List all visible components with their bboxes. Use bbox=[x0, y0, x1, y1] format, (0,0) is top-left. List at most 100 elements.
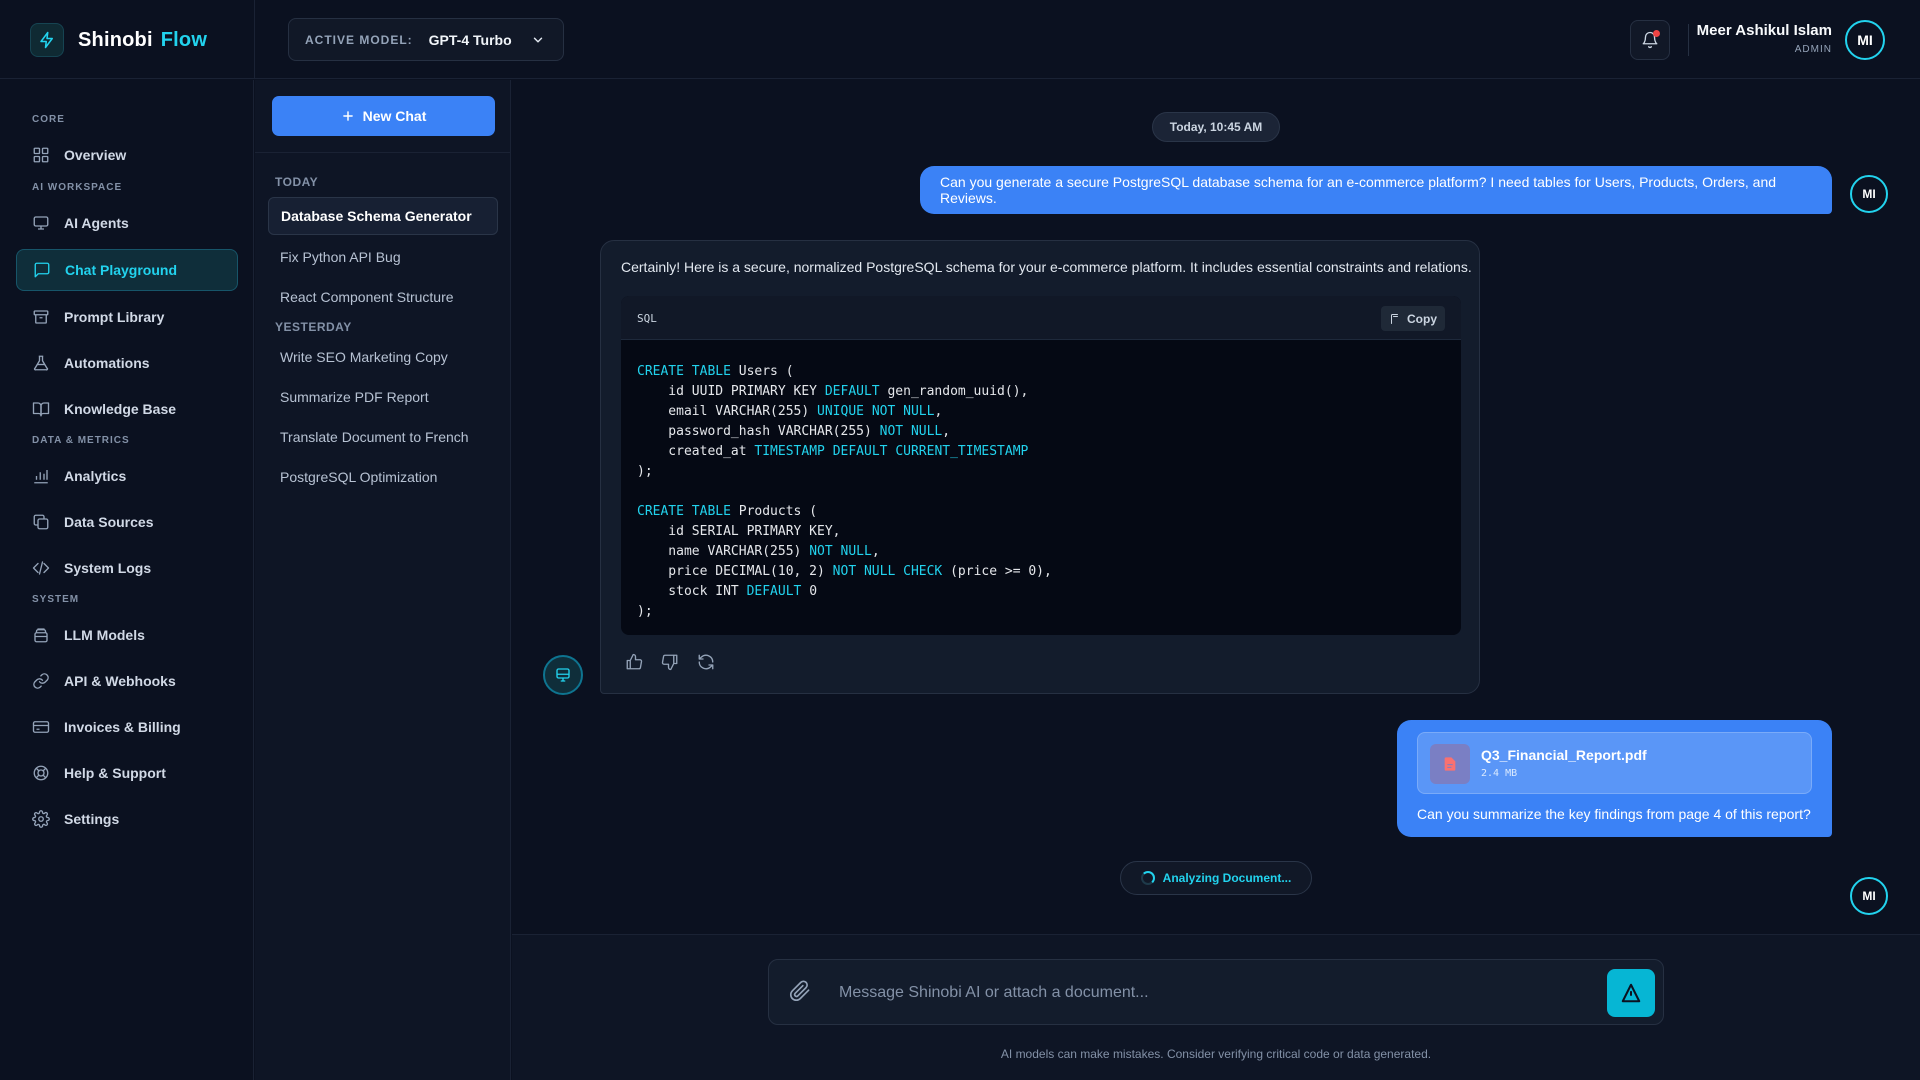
ai-message: Certainly! Here is a secure, normalized … bbox=[600, 240, 1480, 694]
lifebuoy-icon bbox=[32, 764, 50, 782]
history-group-yesterday: YESTERDAY bbox=[275, 320, 352, 334]
chat-main: Today, 10:45 AM Can you generate a secur… bbox=[512, 80, 1920, 1080]
book-icon bbox=[32, 400, 50, 418]
notifications-button[interactable] bbox=[1630, 20, 1670, 60]
model-value: GPT-4 Turbo bbox=[428, 31, 512, 48]
user-avatar: MI bbox=[1850, 877, 1888, 915]
bolt-icon bbox=[30, 23, 64, 57]
flask-icon bbox=[32, 354, 50, 372]
brand[interactable]: Shinobi Flow bbox=[30, 21, 207, 59]
thumbs-up-icon[interactable] bbox=[625, 653, 643, 671]
thumbs-down-icon[interactable] bbox=[661, 653, 679, 671]
regenerate-icon[interactable] bbox=[697, 653, 715, 671]
file-name: Q3_Financial_Report.pdf bbox=[1481, 747, 1647, 763]
code-language: SQL bbox=[637, 312, 657, 325]
user-name: Meer Ashikul Islam bbox=[1696, 22, 1832, 39]
sidebar-item-system-logs[interactable]: System Logs bbox=[16, 547, 238, 589]
send-icon bbox=[1620, 982, 1642, 1004]
history-item[interactable]: React Component Structure bbox=[268, 278, 498, 316]
code-line: CREATE TABLE Users ( bbox=[637, 364, 794, 379]
message-actions bbox=[625, 653, 715, 671]
sidebar-item-label: Overview bbox=[64, 147, 127, 163]
code-icon bbox=[32, 559, 50, 577]
code-line: ); bbox=[637, 464, 653, 479]
brand-name: Shinobi Flow bbox=[78, 28, 208, 51]
monitor-icon bbox=[32, 214, 50, 232]
sidebar-item-knowledge-base[interactable]: Knowledge Base bbox=[16, 388, 238, 430]
code-block: SQL Copy CREATE TABLE Users ( id UUID PR… bbox=[621, 296, 1461, 635]
model-select[interactable]: ACTIVE MODEL: GPT-4 Turbo bbox=[288, 18, 564, 61]
sidebar-item-label: Prompt Library bbox=[64, 309, 165, 325]
date-separator: Today, 10:45 AM bbox=[1152, 112, 1280, 142]
history-item[interactable]: PostgreSQL Optimization bbox=[268, 458, 498, 496]
file-attachment[interactable]: Q3_Financial_Report.pdf 2.4 MB bbox=[1417, 732, 1812, 794]
message-input[interactable] bbox=[839, 978, 1579, 1008]
chat-history-panel: New Chat TODAY Database Schema Generator… bbox=[255, 80, 511, 1080]
code-line: ); bbox=[637, 604, 653, 619]
code-line: id UUID PRIMARY KEY DEFAULT gen_random_u… bbox=[637, 384, 1029, 399]
sidebar-item-llm-models[interactable]: LLM Models bbox=[16, 614, 238, 656]
sidebar-item-label: AI Agents bbox=[64, 215, 129, 231]
sidebar-item-label: Settings bbox=[64, 811, 120, 827]
code-header: SQL Copy bbox=[621, 296, 1461, 340]
chat-icon bbox=[33, 261, 51, 279]
code-line: price DECIMAL(10, 2) NOT NULL CHECK (pri… bbox=[637, 564, 1052, 579]
code-line: CREATE TABLE Products ( bbox=[637, 504, 818, 519]
user-message-with-attachment: Q3_Financial_Report.pdf 2.4 MB Can you s… bbox=[1397, 720, 1832, 837]
copy-icon bbox=[1389, 313, 1401, 325]
archive-icon bbox=[32, 308, 50, 326]
sidebar-item-invoices-billing[interactable]: Invoices & Billing bbox=[16, 706, 238, 748]
sidebar-item-label: Data Sources bbox=[64, 514, 154, 530]
sidebar-item-api-webhooks[interactable]: API & Webhooks bbox=[16, 660, 238, 702]
ai-avatar bbox=[543, 655, 583, 695]
send-button[interactable] bbox=[1607, 969, 1655, 1017]
sidebar-item-ai-agents[interactable]: AI Agents bbox=[16, 202, 238, 244]
history-item[interactable]: Summarize PDF Report bbox=[268, 378, 498, 416]
sidebar-item-chat-playground[interactable]: Chat Playground bbox=[16, 249, 238, 291]
model-label: ACTIVE MODEL: bbox=[305, 32, 413, 47]
composer bbox=[768, 959, 1664, 1025]
user-avatar: MI bbox=[1850, 175, 1888, 213]
new-chat-label: New Chat bbox=[362, 108, 427, 124]
sidebar-item-prompt-library[interactable]: Prompt Library bbox=[16, 296, 238, 338]
sidebar-item-analytics[interactable]: Analytics bbox=[16, 455, 238, 497]
user-avatar[interactable]: MI bbox=[1845, 20, 1885, 60]
sidebar-item-data-sources[interactable]: Data Sources bbox=[16, 501, 238, 543]
top-header: Shinobi Flow ACTIVE MODEL: GPT-4 Turbo Me… bbox=[0, 0, 1920, 79]
user-message: Can you generate a secure PostgreSQL dat… bbox=[920, 166, 1832, 214]
spinner-icon bbox=[1140, 871, 1155, 885]
section-data-metrics: DATA & METRICS bbox=[32, 435, 130, 446]
sidebar-item-label: System Logs bbox=[64, 560, 152, 576]
file-size: 2.4 MB bbox=[1481, 768, 1518, 779]
sidebar-item-overview[interactable]: Overview bbox=[16, 134, 238, 176]
ai-message-text: Certainly! Here is a secure, normalized … bbox=[621, 259, 1472, 275]
sidebar-item-automations[interactable]: Automations bbox=[16, 342, 238, 384]
section-core: CORE bbox=[32, 114, 65, 125]
link-icon bbox=[32, 672, 50, 690]
grid-icon bbox=[32, 146, 50, 164]
notification-dot bbox=[1653, 30, 1660, 37]
section-ai-workspace: AI WORKSPACE bbox=[32, 182, 123, 193]
code-line: stock INT DEFAULT 0 bbox=[637, 584, 818, 599]
sidebar-item-label: Analytics bbox=[64, 468, 127, 484]
new-chat-button[interactable]: New Chat bbox=[272, 96, 495, 136]
plus-icon bbox=[341, 109, 355, 123]
status-text: Analyzing Document... bbox=[1162, 871, 1292, 885]
sidebar-item-label: API & Webhooks bbox=[64, 673, 176, 689]
code-line: name VARCHAR(255) NOT NULL, bbox=[637, 544, 880, 559]
sidebar-item-label: LLM Models bbox=[64, 627, 145, 643]
sidebar-item-help-support[interactable]: Help & Support bbox=[16, 752, 238, 794]
history-item[interactable]: Database Schema Generator bbox=[268, 197, 498, 235]
sidebar-item-settings[interactable]: Settings bbox=[16, 798, 238, 840]
gear-icon bbox=[32, 810, 50, 828]
user-message-text: Can you summarize the key findings from … bbox=[1417, 806, 1811, 822]
history-item[interactable]: Fix Python API Bug bbox=[268, 238, 498, 276]
paperclip-icon[interactable] bbox=[789, 980, 811, 1002]
sidebar: CORE Overview AI WORKSPACE AI Agents Cha… bbox=[0, 80, 254, 1080]
history-group-today: TODAY bbox=[275, 175, 319, 189]
file-pdf-icon bbox=[1430, 744, 1470, 784]
history-item[interactable]: Write SEO Marketing Copy bbox=[268, 338, 498, 376]
code-line: password_hash VARCHAR(255) NOT NULL, bbox=[637, 424, 951, 439]
copy-button[interactable]: Copy bbox=[1381, 306, 1445, 331]
history-item[interactable]: Translate Document to French bbox=[268, 418, 498, 456]
